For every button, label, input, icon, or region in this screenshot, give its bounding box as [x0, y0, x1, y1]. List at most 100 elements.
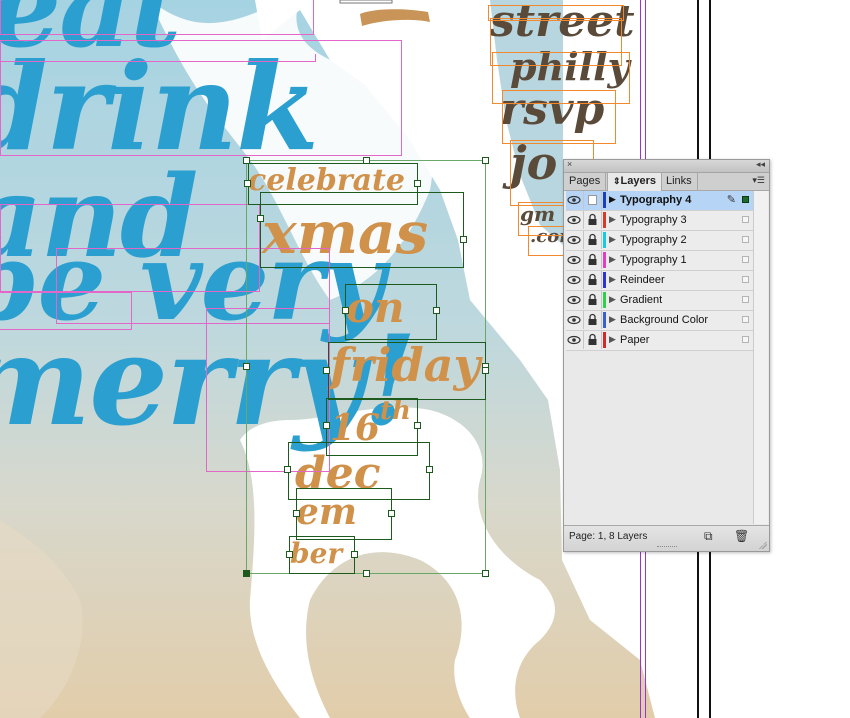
selection-handle[interactable] [460, 236, 467, 243]
selection-handle[interactable] [351, 551, 358, 558]
expand-triangle-icon[interactable]: ▶ [609, 274, 616, 285]
selection-target-square[interactable] [742, 216, 749, 223]
layer-name: Paper [620, 334, 650, 346]
selection-target-square[interactable] [742, 296, 749, 303]
text-frame[interactable] [296, 488, 392, 540]
panel-corner-resize[interactable] [759, 541, 767, 549]
selection-target-square[interactable] [742, 256, 749, 263]
trash-icon[interactable]: 🗑 [734, 529, 749, 543]
panel-resize-grip[interactable] [657, 546, 677, 550]
panel-menu-icon[interactable]: ▾☰ [752, 175, 765, 186]
selection-handle[interactable] [433, 307, 440, 314]
selection-handle[interactable] [426, 466, 433, 473]
selection-handle[interactable] [243, 157, 250, 164]
layer-name: Reindeer [620, 274, 665, 286]
text-frame[interactable] [0, 54, 316, 62]
selection-handle[interactable] [414, 180, 421, 187]
expand-triangle-icon[interactable]: ▶ [609, 334, 616, 345]
tab-layers-label: Layers [620, 175, 657, 187]
selection-handle[interactable] [482, 157, 489, 164]
double-chevron-icon[interactable]: ◂◂ [756, 159, 765, 170]
selection-handle[interactable] [363, 157, 370, 164]
expand-triangle-icon[interactable]: ▶ [609, 194, 616, 205]
tab-links[interactable]: Links [661, 173, 698, 190]
selection-handle[interactable] [323, 422, 330, 429]
lock-icon[interactable] [584, 291, 602, 309]
selection-handle[interactable] [482, 367, 489, 374]
selection-handle[interactable] [293, 510, 300, 517]
text-frame[interactable] [528, 226, 568, 256]
expand-triangle-icon[interactable]: ▶ [609, 214, 616, 225]
visibility-eye-icon[interactable] [566, 291, 584, 309]
visibility-eye-icon[interactable] [566, 231, 584, 249]
text-frame[interactable] [345, 284, 437, 340]
lock-icon[interactable] [584, 211, 602, 229]
visibility-eye-icon[interactable] [566, 191, 584, 209]
selection-target-square[interactable] [742, 276, 749, 283]
selection-handle[interactable] [414, 422, 421, 429]
panel-tab-bar: Pages ⇕Layers Links ▾☰ [564, 173, 769, 191]
selection-handle[interactable] [388, 510, 395, 517]
selection-handle[interactable] [243, 363, 250, 370]
visibility-eye-icon[interactable] [566, 251, 584, 269]
layer-name: Background Color [620, 314, 709, 326]
layer-color-swatch [603, 212, 606, 228]
text-frame[interactable] [0, 0, 314, 35]
layer-row[interactable]: ▶ Reindeer [566, 271, 753, 291]
selection-target-square[interactable] [742, 236, 749, 243]
tab-pages[interactable]: Pages [564, 173, 607, 190]
tab-layers[interactable]: ⇕Layers [607, 173, 663, 191]
lock-icon[interactable] [584, 251, 602, 269]
expand-triangle-icon[interactable]: ▶ [609, 234, 616, 245]
text-frame[interactable] [328, 342, 486, 400]
lock-icon[interactable] [584, 311, 602, 329]
visibility-eye-icon[interactable] [566, 311, 584, 329]
selection-handle[interactable] [284, 466, 291, 473]
layer-color-swatch [603, 232, 606, 248]
layer-list: ▶ Typography 4 ✎ ▶ Typography 3 ▶ Typography 2… [566, 191, 753, 351]
selection-handle[interactable] [244, 180, 251, 187]
layer-row[interactable]: ▶ Gradient [566, 291, 753, 311]
expand-triangle-icon[interactable]: ▶ [609, 294, 616, 305]
selection-handle[interactable] [323, 367, 330, 374]
visibility-eye-icon[interactable] [566, 271, 584, 289]
layer-row[interactable]: ▶ Background Color [566, 311, 753, 331]
layer-row[interactable]: ▶ Paper [566, 331, 753, 351]
lock-icon[interactable] [584, 271, 602, 289]
lock-icon[interactable] [584, 331, 602, 349]
layer-color-swatch [603, 252, 606, 268]
expand-triangle-icon[interactable]: ▶ [609, 254, 616, 265]
layer-name: Gradient [620, 294, 663, 306]
layer-color-swatch [603, 332, 606, 348]
expand-triangle-icon[interactable]: ▶ [609, 314, 616, 325]
layer-list-scrollbar[interactable] [753, 191, 768, 524]
text-frame[interactable] [0, 292, 132, 330]
lock-icon[interactable] [584, 231, 602, 249]
selection-anchor [244, 571, 249, 576]
selection-handle[interactable] [257, 215, 264, 222]
selection-handle[interactable] [286, 551, 293, 558]
layer-name: Typography 3 [620, 214, 687, 226]
panel-footer: Page: 1, 8 Layers ⧉ 🗑 [564, 525, 769, 551]
close-icon[interactable]: × [567, 159, 572, 169]
layer-row[interactable]: ▶ Typography 3 [566, 211, 753, 231]
panel-titlebar[interactable]: × ◂◂ [564, 159, 769, 173]
layer-name: Typography 4 [620, 194, 692, 206]
new-layer-icon[interactable]: ⧉ [704, 529, 713, 544]
selection-handle[interactable] [482, 570, 489, 577]
selection-target-square[interactable] [742, 316, 749, 323]
selection-target-square[interactable] [742, 336, 749, 343]
current-drawing-layer-pen-icon: ✎ [726, 194, 736, 206]
layer-row[interactable]: ▶ Typography 4 ✎ [566, 191, 753, 211]
layer-row[interactable]: ▶ Typography 1 [566, 251, 753, 271]
visibility-eye-icon[interactable] [566, 211, 584, 229]
lock-toggle-empty[interactable] [584, 191, 602, 209]
visibility-eye-icon[interactable] [566, 331, 584, 349]
text-frame[interactable] [502, 90, 616, 144]
selection-target-square[interactable] [742, 196, 749, 203]
layer-row[interactable]: ▶ Typography 2 [566, 231, 753, 251]
text-frame[interactable] [260, 192, 464, 268]
selection-handle[interactable] [342, 307, 349, 314]
selection-handle[interactable] [363, 570, 370, 577]
text-frame[interactable] [289, 536, 355, 574]
